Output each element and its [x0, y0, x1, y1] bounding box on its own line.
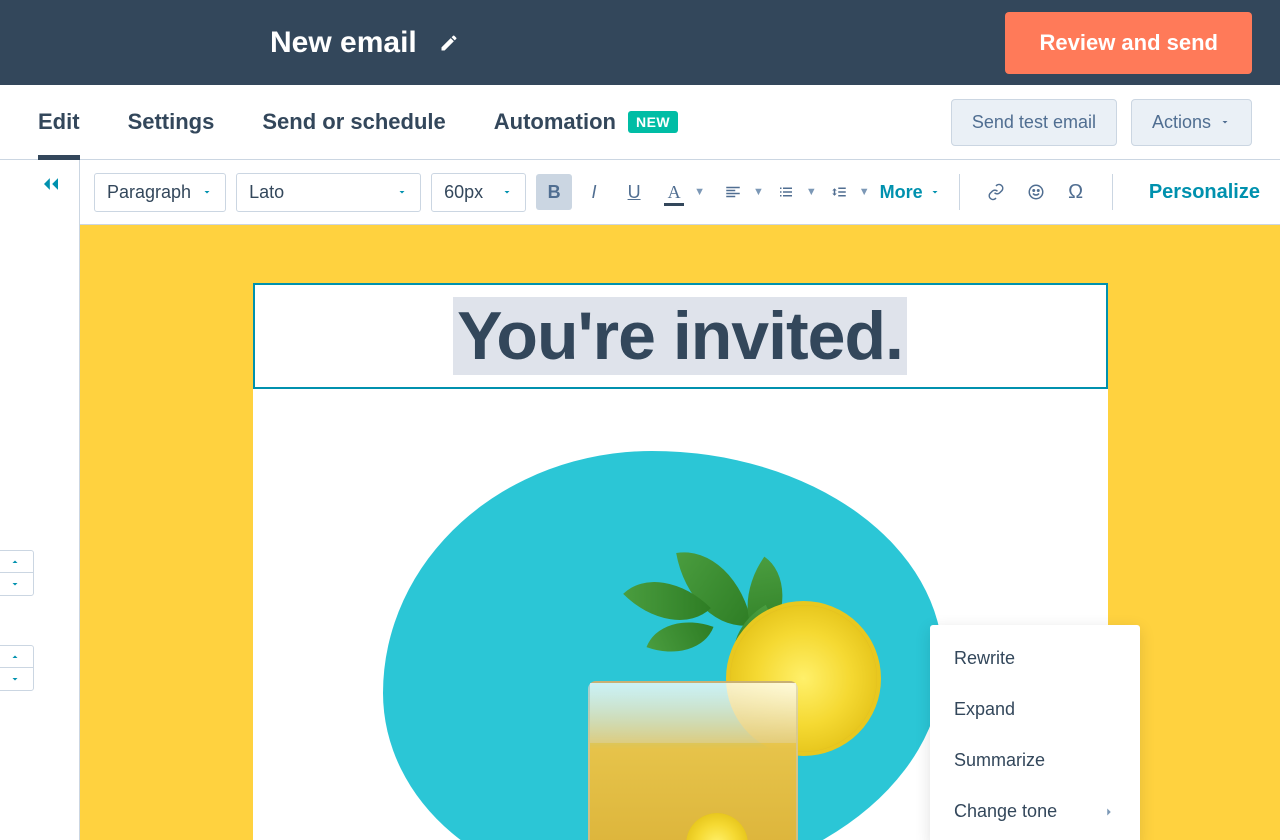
bold-button[interactable]: B [536, 174, 572, 210]
edit-title-icon[interactable] [439, 33, 459, 53]
menu-expand[interactable]: Expand [930, 684, 1140, 735]
font-family-label: Lato [249, 182, 284, 203]
special-char-button[interactable]: Ω [1058, 174, 1094, 210]
list-button[interactable] [768, 174, 804, 210]
tabs: Edit Settings Send or schedule Automatio… [38, 85, 678, 159]
align-button[interactable] [715, 174, 751, 210]
subnav-actions: Send test email Actions [951, 99, 1252, 146]
link-button[interactable] [978, 174, 1014, 210]
font-size-dropdown[interactable]: 60px [431, 173, 526, 212]
insert-group: Ω [978, 174, 1094, 210]
color-swatch [664, 203, 684, 206]
menu-summarize[interactable]: Summarize [930, 735, 1140, 786]
personalize-button[interactable]: Personalize [1149, 181, 1266, 204]
collapse-sidebar-icon[interactable] [37, 170, 65, 198]
underline-button[interactable]: U [616, 174, 652, 210]
emoji-button[interactable] [1018, 174, 1054, 210]
menu-change-tone[interactable]: Change tone [930, 786, 1140, 837]
rich-text-toolbar: Paragraph Lato 60px B I U A ▼ ▼ [80, 160, 1280, 225]
caret-down-icon[interactable]: ▼ [859, 186, 870, 198]
block-style-label: Paragraph [107, 182, 191, 203]
caret-down-icon [201, 186, 213, 198]
line-height-button[interactable] [821, 174, 857, 210]
email-title: New email [270, 26, 417, 60]
font-size-label: 60px [444, 182, 483, 203]
paragraph-group: ▼ ▼ ▼ [715, 174, 870, 210]
workspace: Paragraph Lato 60px B I U A ▼ ▼ [0, 160, 1280, 840]
stepper-up-2[interactable] [0, 646, 33, 668]
headline-block[interactable]: You're invited. [253, 283, 1108, 389]
italic-button[interactable]: I [576, 174, 612, 210]
block-style-dropdown[interactable]: Paragraph [94, 173, 226, 212]
menu-rewrite-label: Rewrite [954, 648, 1015, 669]
stepper-group-2 [0, 645, 34, 691]
stepper-up-1[interactable] [0, 551, 33, 573]
divider [959, 174, 960, 210]
tab-automation[interactable]: Automation NEW [494, 85, 678, 159]
tab-settings-label: Settings [128, 109, 215, 135]
stepper-group-1 [0, 550, 34, 596]
more-label: More [880, 182, 923, 203]
menu-change-tone-label: Change tone [954, 801, 1057, 822]
ai-context-menu: Rewrite Expand Summarize Change tone [930, 625, 1140, 840]
divider [1112, 174, 1113, 210]
left-sidebar [0, 160, 80, 840]
tab-automation-label: Automation [494, 109, 616, 135]
text-color-button[interactable]: A [656, 174, 692, 210]
send-test-button[interactable]: Send test email [951, 99, 1117, 146]
lemonade-glass-image [563, 591, 823, 840]
text-format-group: B I U A ▼ [536, 174, 705, 210]
actions-label: Actions [1152, 112, 1211, 133]
font-family-dropdown[interactable]: Lato [236, 173, 421, 212]
caret-down-icon [1219, 116, 1231, 128]
more-dropdown[interactable]: More [880, 182, 941, 203]
stepper-down-2[interactable] [0, 668, 33, 690]
tab-edit[interactable]: Edit [38, 85, 80, 159]
glass-body [588, 681, 798, 840]
chevron-right-icon [1102, 805, 1116, 819]
tab-edit-label: Edit [38, 109, 80, 135]
headline-text[interactable]: You're invited. [453, 297, 907, 375]
menu-summarize-label: Summarize [954, 750, 1045, 771]
app-header: New email Review and send [0, 0, 1280, 85]
review-send-button[interactable]: Review and send [1005, 12, 1252, 74]
tab-settings[interactable]: Settings [128, 85, 215, 159]
lemon-slice [686, 813, 748, 840]
caret-down-icon[interactable]: ▼ [694, 186, 705, 198]
new-badge: NEW [628, 111, 678, 133]
stepper-down-1[interactable] [0, 573, 33, 595]
header-left: New email [270, 26, 459, 60]
caret-down-icon [501, 186, 513, 198]
caret-down-icon [396, 186, 408, 198]
email-canvas[interactable]: You're invited. [80, 225, 1280, 840]
tab-send-label: Send or schedule [262, 109, 445, 135]
menu-expand-label: Expand [954, 699, 1015, 720]
editor-area: Paragraph Lato 60px B I U A ▼ ▼ [80, 160, 1280, 840]
menu-rewrite[interactable]: Rewrite [930, 633, 1140, 684]
actions-dropdown[interactable]: Actions [1131, 99, 1252, 146]
sub-navigation: Edit Settings Send or schedule Automatio… [0, 85, 1280, 160]
caret-down-icon[interactable]: ▼ [753, 186, 764, 198]
caret-down-icon [929, 186, 941, 198]
tab-send-schedule[interactable]: Send or schedule [262, 85, 445, 159]
caret-down-icon[interactable]: ▼ [806, 186, 817, 198]
